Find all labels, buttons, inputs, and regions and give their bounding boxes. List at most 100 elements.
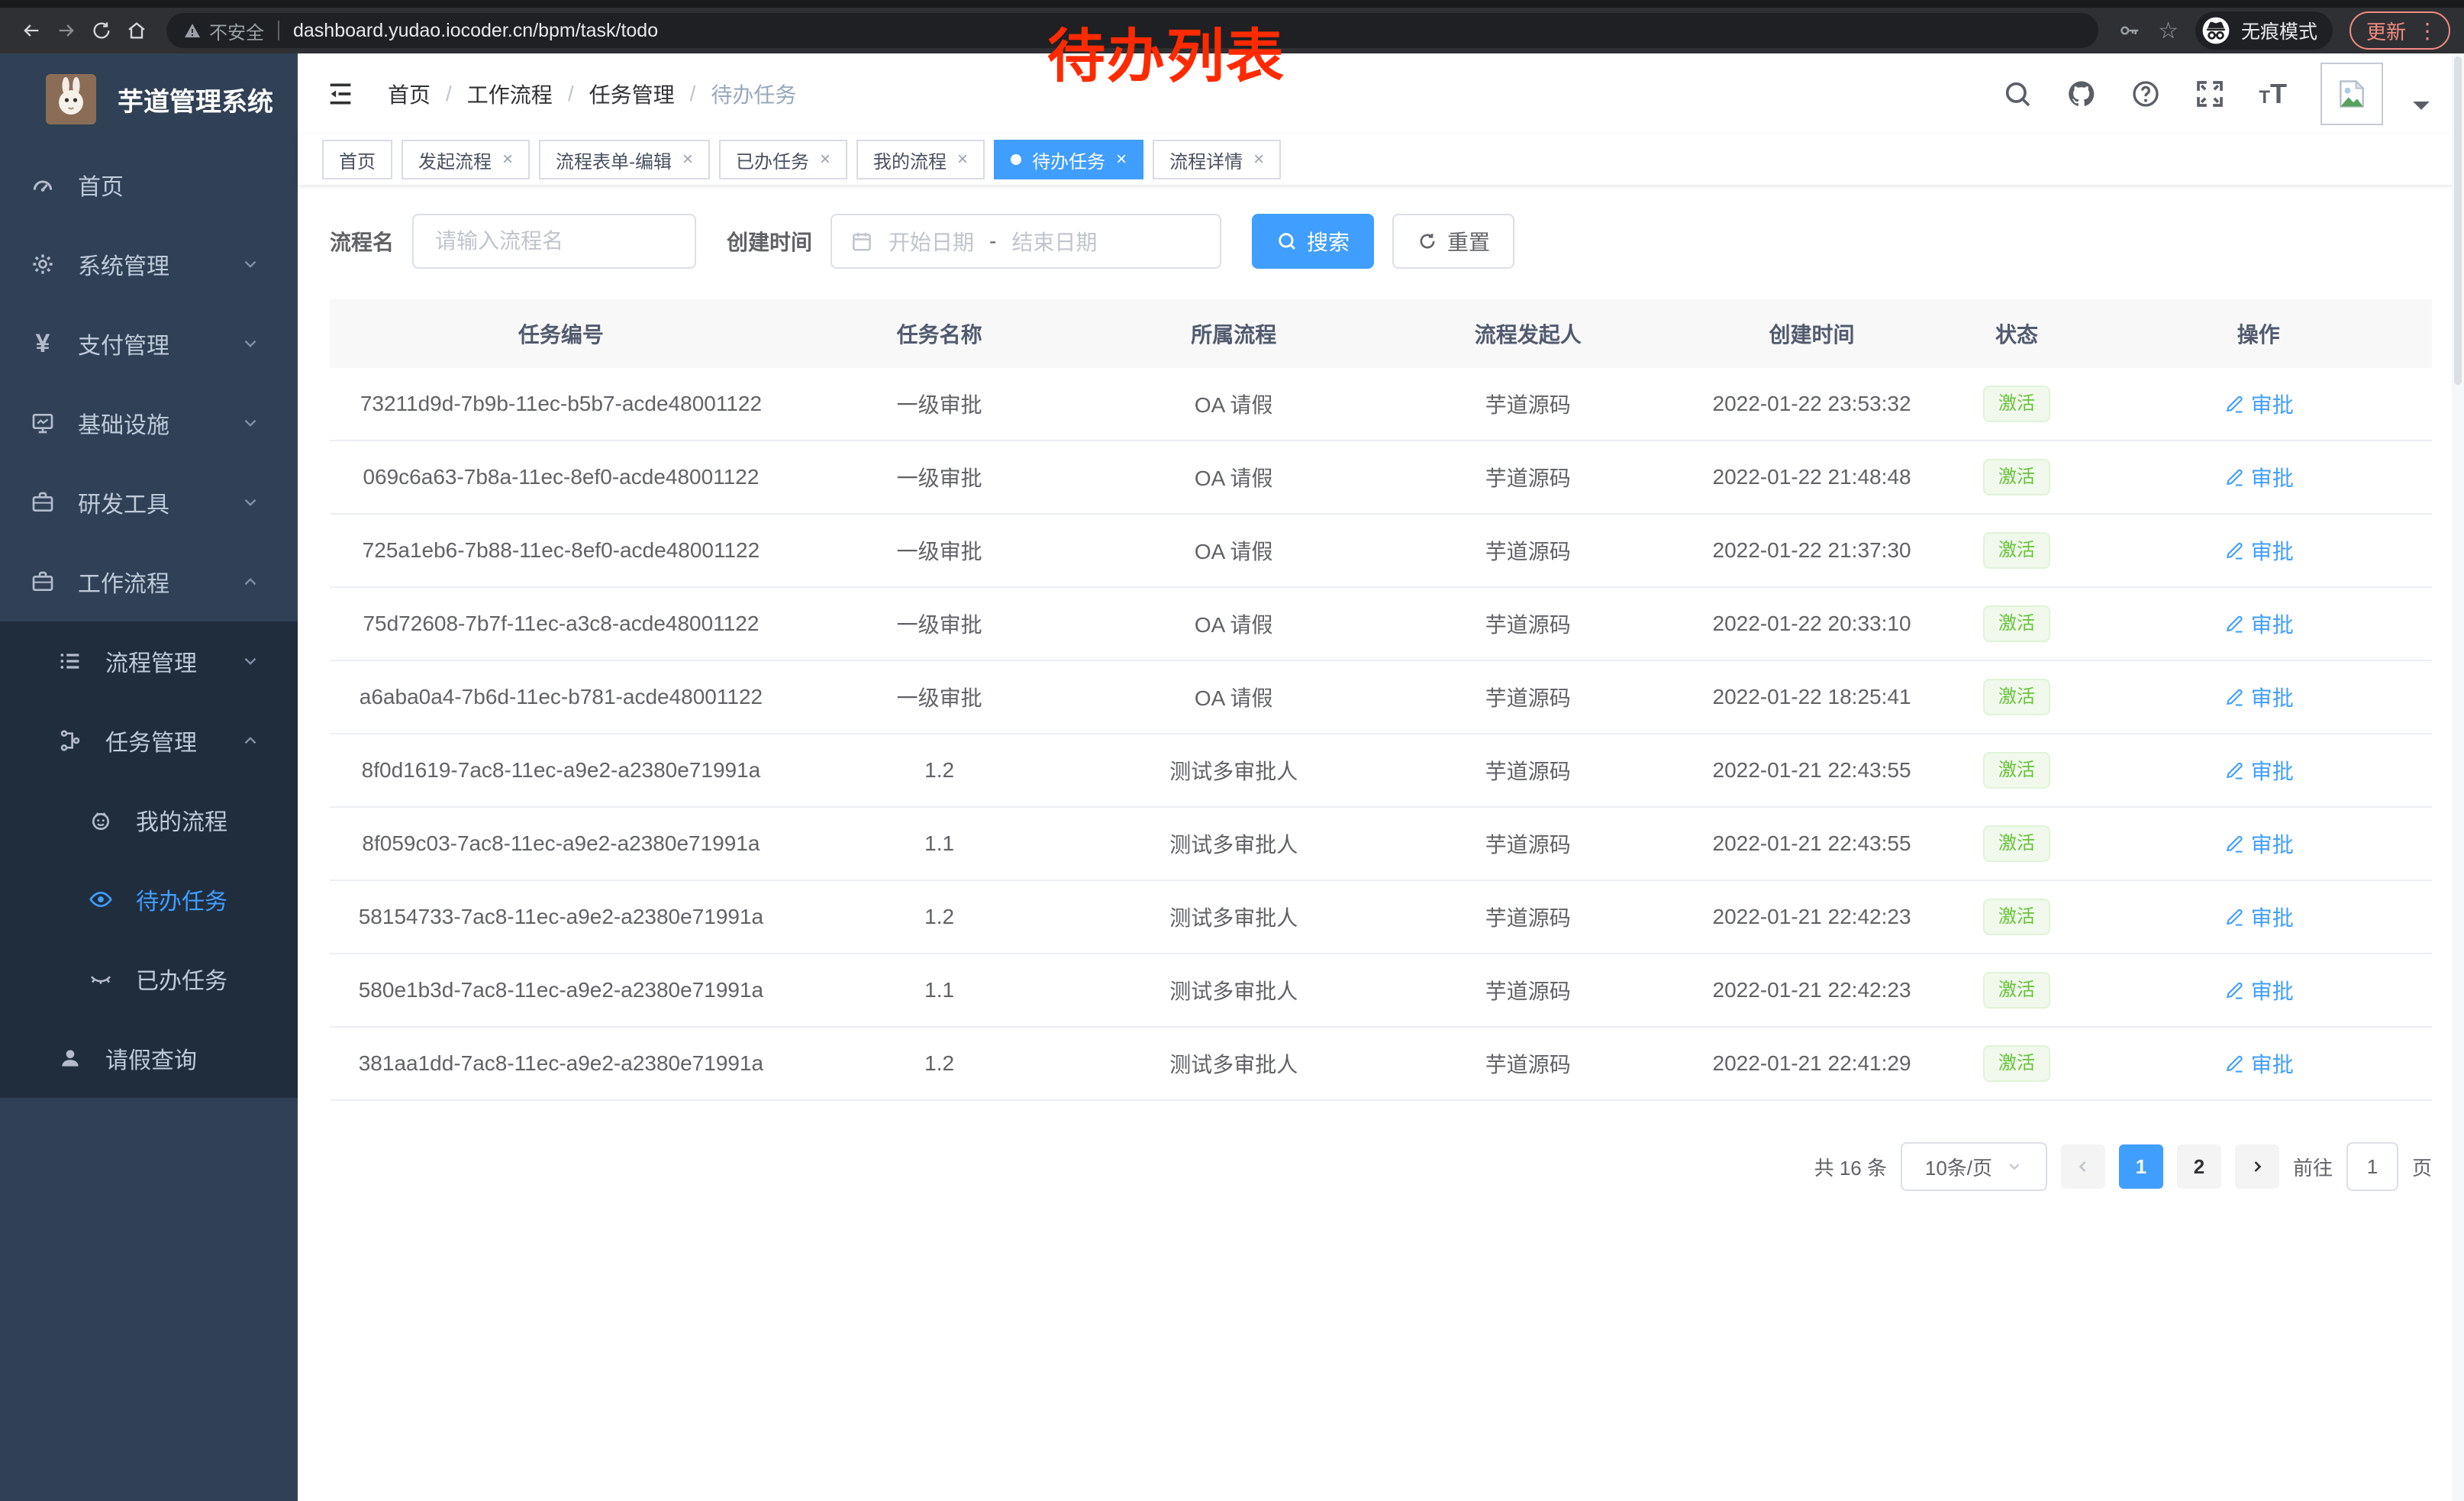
github-icon[interactable] — [2066, 79, 2097, 109]
home-icon[interactable] — [119, 13, 154, 48]
task-name-cell: 1.2 — [792, 758, 1087, 783]
close-icon[interactable]: × — [1253, 149, 1264, 170]
status-cell: 激活 — [1949, 972, 2085, 1009]
back-icon[interactable] — [14, 13, 49, 48]
active-tab-dot — [1011, 154, 1021, 165]
fullscreen-icon[interactable] — [2195, 79, 2225, 109]
sidebar-item-7[interactable]: 流程管理 — [0, 621, 298, 701]
close-icon[interactable]: × — [957, 149, 968, 170]
status-cell: 激活 — [1949, 605, 2085, 643]
approve-button[interactable]: 审批 — [2224, 755, 2294, 786]
tab-3[interactable]: 流程表单-编辑× — [539, 140, 710, 179]
create-time-cell: 2022-01-22 20:33:10 — [1675, 612, 1949, 636]
tab-1[interactable]: 首页 — [322, 140, 392, 179]
help-icon[interactable] — [2130, 79, 2161, 109]
sidebar-item-12[interactable]: 请假查询 — [0, 1018, 298, 1098]
security-status[interactable]: 不安全 — [183, 18, 264, 44]
scrollbar-thumb[interactable] — [2454, 56, 2462, 385]
close-icon[interactable]: × — [820, 149, 830, 170]
sidebar-item-9[interactable]: 我的流程 — [0, 780, 298, 860]
app-logo[interactable]: 芋道管理系统 — [0, 53, 298, 145]
refresh-icon — [1417, 231, 1438, 252]
sidebar-item-10[interactable]: 待办任务 — [0, 860, 298, 939]
task-name-cell: 一级审批 — [792, 389, 1087, 419]
close-icon[interactable]: × — [682, 149, 693, 170]
approve-button[interactable]: 审批 — [2224, 608, 2294, 639]
monitor-icon — [29, 411, 56, 435]
sidebar-item-1[interactable]: 首页 — [0, 145, 298, 224]
date-range-picker[interactable]: 开始日期 - 结束日期 — [830, 214, 1221, 269]
page-button-1[interactable]: 1 — [2119, 1144, 2163, 1189]
tab-6[interactable]: 待办任务× — [994, 140, 1143, 179]
reset-button[interactable]: 重置 — [1392, 214, 1514, 269]
approve-button-label: 审批 — [2251, 755, 2294, 786]
approve-button-label: 审批 — [2251, 1048, 2294, 1079]
sidebar-item-label: 流程管理 — [105, 644, 197, 678]
tab-7[interactable]: 流程详情× — [1153, 140, 1281, 179]
edit-icon — [2224, 760, 2245, 781]
bookmark-star-icon[interactable]: ☆ — [2158, 18, 2179, 44]
reset-button-label: 重置 — [1447, 226, 1490, 257]
tab-5[interactable]: 我的流程× — [856, 140, 985, 179]
eye-closed-icon — [87, 967, 114, 991]
avatar-dropdown-icon[interactable] — [2406, 90, 2437, 121]
sidebar-item-3[interactable]: ¥支付管理 — [0, 304, 298, 383]
edit-icon — [2224, 393, 2245, 415]
goto-page-input[interactable] — [2346, 1142, 2398, 1191]
password-key-icon[interactable] — [2118, 19, 2141, 42]
approve-button[interactable]: 审批 — [2224, 462, 2294, 492]
reload-icon[interactable] — [84, 13, 119, 48]
breadcrumb-task-mgmt[interactable]: 任务管理 — [589, 79, 675, 109]
close-icon[interactable]: × — [1116, 149, 1127, 170]
action-cell: 审批 — [2085, 902, 2432, 933]
page-size-select[interactable]: 10条/页 — [1901, 1142, 2047, 1191]
sidebar-item-4[interactable]: 基础设施 — [0, 383, 298, 463]
sidebar-item-2[interactable]: 系统管理 — [0, 224, 298, 304]
page-scrollbar[interactable] — [2452, 53, 2464, 1501]
page-button-2[interactable]: 2 — [2177, 1144, 2221, 1189]
task-name-cell: 1.1 — [792, 831, 1087, 856]
breadcrumb-workflow[interactable]: 工作流程 — [467, 79, 553, 109]
process-name-input[interactable] — [412, 214, 696, 269]
chevron-down-icon — [2006, 1158, 2023, 1175]
page-number-list: 12 — [2119, 1144, 2221, 1189]
process-cell: OA 请假 — [1086, 608, 1381, 639]
sidebar-item-11[interactable]: 已办任务 — [0, 939, 298, 1018]
search-button[interactable]: 搜索 — [1252, 214, 1374, 269]
approve-button[interactable]: 审批 — [2224, 682, 2294, 712]
approve-button[interactable]: 审批 — [2224, 902, 2294, 932]
font-size-icon[interactable]: TT — [2259, 78, 2287, 110]
sidebar-item-label: 我的流程 — [136, 803, 227, 837]
sidebar-collapse-icon[interactable] — [325, 79, 356, 109]
approve-button[interactable]: 审批 — [2224, 535, 2294, 566]
incognito-badge: 无痕模式 — [2195, 11, 2333, 50]
starter-cell: 芋道源码 — [1381, 902, 1675, 932]
browser-menu-icon[interactable]: ⋮ — [2417, 18, 2438, 44]
breadcrumb-home[interactable]: 首页 — [388, 79, 431, 109]
column-header-7: 操作 — [2085, 318, 2432, 349]
breadcrumb-separator: / — [446, 82, 452, 106]
forward-icon[interactable] — [49, 13, 84, 48]
sidebar-menu: 首页系统管理¥支付管理基础设施研发工具工作流程流程管理任务管理我的流程待办任务已… — [0, 145, 298, 1098]
approve-button[interactable]: 审批 — [2224, 389, 2294, 419]
sidebar-item-5[interactable]: 研发工具 — [0, 463, 298, 542]
approve-button[interactable]: 审批 — [2224, 975, 2294, 1006]
avatar[interactable] — [2320, 63, 2383, 125]
approve-button[interactable]: 审批 — [2224, 828, 2294, 859]
tabs-bar: 首页发起流程×流程表单-编辑×已办任务×我的流程×待办任务× 流程详情× — [298, 134, 2464, 185]
table-row: 73211d9d-7b9b-11ec-b5b7-acde48001122一级审批… — [330, 368, 2432, 441]
close-icon[interactable]: × — [502, 149, 513, 170]
process-cell: OA 请假 — [1086, 535, 1381, 566]
tab-2[interactable]: 发起流程× — [402, 140, 530, 179]
edit-icon — [2224, 980, 2245, 1001]
search-icon[interactable] — [2002, 79, 2033, 109]
sidebar-item-6[interactable]: 工作流程 — [0, 542, 298, 621]
next-page-button[interactable] — [2235, 1144, 2279, 1189]
sidebar-item-8[interactable]: 任务管理 — [0, 701, 298, 780]
approve-button-label: 审批 — [2251, 608, 2294, 639]
status-badge: 激活 — [1983, 459, 2050, 496]
approve-button[interactable]: 审批 — [2224, 1048, 2294, 1079]
prev-page-button[interactable] — [2061, 1144, 2105, 1189]
tab-4[interactable]: 已办任务× — [719, 140, 847, 179]
update-button[interactable]: 更新 ⋮ — [2350, 11, 2450, 50]
